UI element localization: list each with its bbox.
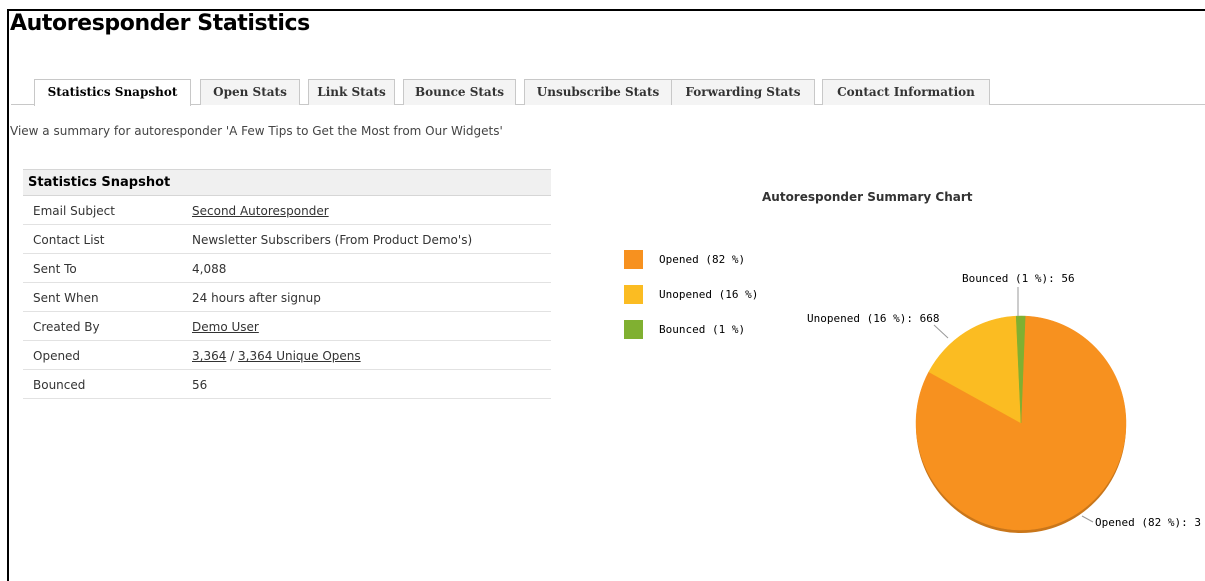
clipped-caption-strip <box>0 0 1205 9</box>
table-row: Sent When 24 hours after signup <box>23 283 551 312</box>
legend-swatch-bounced <box>624 320 643 339</box>
legend-item-unopened: Unopened (16 %) <box>624 285 824 305</box>
table-row: Bounced 56 <box>23 370 551 399</box>
tab-open-stats[interactable]: Open Stats <box>200 79 300 105</box>
snapshot-heading: Statistics Snapshot <box>23 169 551 196</box>
row-label-contact-list: Contact List <box>33 233 105 247</box>
page-title: Autoresponder Statistics <box>10 11 310 36</box>
page-description: View a summary for autoresponder 'A Few … <box>10 124 503 138</box>
table-row: Created By Demo User <box>23 312 551 341</box>
unique-opens-link[interactable]: 3,364 Unique Opens <box>238 349 361 363</box>
legend-swatch-opened <box>624 250 643 269</box>
row-label-sent-to: Sent To <box>33 262 77 276</box>
bounced-value: 56 <box>192 378 208 392</box>
table-row: Contact List Newsletter Subscribers (Fro… <box>23 225 551 254</box>
statistics-snapshot-table: Statistics Snapshot Email Subject Second… <box>23 169 551 399</box>
sent-to-value: 4,088 <box>192 262 227 276</box>
legend-label-bounced: Bounced (1 %) <box>659 323 746 336</box>
table-row: Email Subject Second Autoresponder <box>23 196 551 225</box>
legend-swatch-unopened <box>624 285 643 304</box>
chart-title: Autoresponder Summary Chart <box>762 190 973 204</box>
tab-bounce-stats[interactable]: Bounce Stats <box>403 79 516 105</box>
tab-statistics-snapshot[interactable]: Statistics Snapshot <box>34 79 191 106</box>
tab-contact-information[interactable]: Contact Information <box>822 79 990 105</box>
tab-forwarding-stats[interactable]: Forwarding Stats <box>671 79 815 105</box>
opened-separator: / <box>226 349 239 363</box>
row-label-opened: Opened <box>33 349 81 363</box>
tab-link-stats[interactable]: Link Stats <box>308 79 395 105</box>
row-label-bounced: Bounced <box>33 378 86 392</box>
created-by-link[interactable]: Demo User <box>192 320 259 334</box>
contact-list-value: Newsletter Subscribers (From Product Dem… <box>192 233 473 247</box>
tab-unsubscribe-stats[interactable]: Unsubscribe Stats <box>524 79 672 105</box>
legend-label-opened: Opened (82 %) <box>659 253 746 266</box>
email-subject-link[interactable]: Second Autoresponder <box>192 204 329 218</box>
legend-item-bounced: Bounced (1 %) <box>624 320 824 340</box>
opened-total-link[interactable]: 3,364 <box>192 349 226 363</box>
row-label-created-by: Created By <box>33 320 100 334</box>
sent-when-value: 24 hours after signup <box>192 291 321 305</box>
row-label-sent-when: Sent When <box>33 291 99 305</box>
tab-bar: Statistics Snapshot Open Stats Link Stat… <box>11 79 1205 106</box>
legend-label-unopened: Unopened (16 %) <box>659 288 759 301</box>
row-label-email-subject: Email Subject <box>33 204 115 218</box>
table-row: Sent To 4,088 <box>23 254 551 283</box>
legend-item-opened: Opened (82 %) <box>624 250 824 270</box>
table-row: Opened 3,364 / 3,364 Unique Opens <box>23 341 551 370</box>
